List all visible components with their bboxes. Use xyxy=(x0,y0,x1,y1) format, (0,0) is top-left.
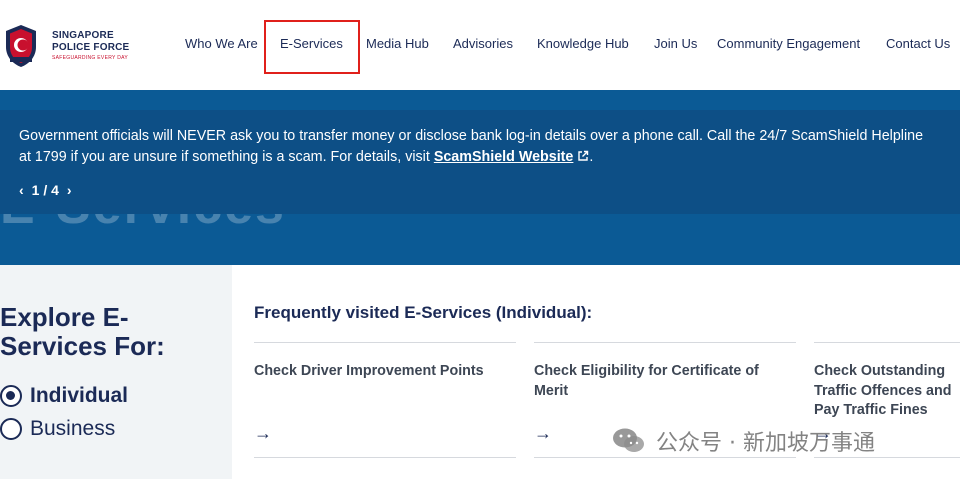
hero-banner: E-Services Government officials will NEV… xyxy=(0,90,960,265)
nav-knowledge-hub[interactable]: Knowledge Hub xyxy=(537,36,629,51)
nav-contact-us[interactable]: Contact Us xyxy=(886,36,950,51)
service-card-title: Check Outstanding Traffic Offences and P… xyxy=(814,363,952,418)
radio-business-icon[interactable] xyxy=(0,418,22,440)
scamshield-website-link[interactable]: ScamShield Website xyxy=(434,149,574,165)
explore-title: Explore E-Services For: xyxy=(0,302,165,361)
service-card-driver-points[interactable]: Check Driver Improvement Points → xyxy=(254,342,516,458)
spf-logo[interactable]: SINGAPORE POLICE FORCE SAFEGUARDING EVER… xyxy=(0,22,140,70)
services-section-title: Frequently visited E-Services (Individua… xyxy=(254,303,593,322)
alert-pager: ‹ 1 / 4 › xyxy=(19,182,72,198)
watermark-text: 公众号 · 新加坡万事通 xyxy=(656,431,875,456)
nav-media-hub[interactable]: Media Hub xyxy=(366,36,429,51)
wechat-watermark: 公众号 · 新加坡万事通 xyxy=(612,425,875,457)
e-services-highlight-box xyxy=(264,20,360,74)
nav-join-us[interactable]: Join Us xyxy=(654,36,697,51)
wechat-icon xyxy=(613,428,644,452)
arrow-right-icon[interactable]: → xyxy=(534,423,552,444)
logo-line-singapore: SINGAPORE xyxy=(52,30,114,41)
alert-line-2-end: . xyxy=(589,149,594,165)
nav-who-we-are[interactable]: Who We Are xyxy=(185,36,258,51)
site-header: SINGAPORE POLICE FORCE SAFEGUARDING EVER… xyxy=(0,0,960,90)
logo-line-police-force: POLICE FORCE xyxy=(52,42,130,53)
scam-alert-text: Government officials will NEVER ask you … xyxy=(19,126,960,169)
service-card-title: Check Eligibility for Certificate of Mer… xyxy=(534,363,759,399)
nav-advisories[interactable]: Advisories xyxy=(453,36,513,51)
nav-community-engagement[interactable]: Community Engagement xyxy=(717,36,860,51)
service-card-title: Check Driver Improvement Points xyxy=(254,363,484,379)
radio-individual[interactable]: Individual xyxy=(0,384,128,408)
radio-individual-icon[interactable] xyxy=(0,385,22,407)
alert-line-2: at 1799 if you are unsure if something i… xyxy=(19,149,434,165)
alert-line-1: Government officials will NEVER ask you … xyxy=(19,128,924,144)
radio-business-label: Business xyxy=(30,417,116,440)
pager-indicator: 1 / 4 xyxy=(31,182,59,198)
police-crest-icon xyxy=(2,23,40,69)
pager-next-button[interactable]: › xyxy=(67,182,72,198)
radio-business[interactable]: Business xyxy=(0,417,115,441)
pager-prev-button[interactable]: ‹ xyxy=(19,182,24,198)
arrow-right-icon[interactable]: → xyxy=(254,423,272,444)
radio-individual-label: Individual xyxy=(30,384,129,407)
external-link-icon xyxy=(577,148,589,169)
audience-selector: Explore E-Services For: Individual Busin… xyxy=(0,265,232,479)
logo-tagline: SAFEGUARDING EVERY DAY xyxy=(52,55,129,61)
